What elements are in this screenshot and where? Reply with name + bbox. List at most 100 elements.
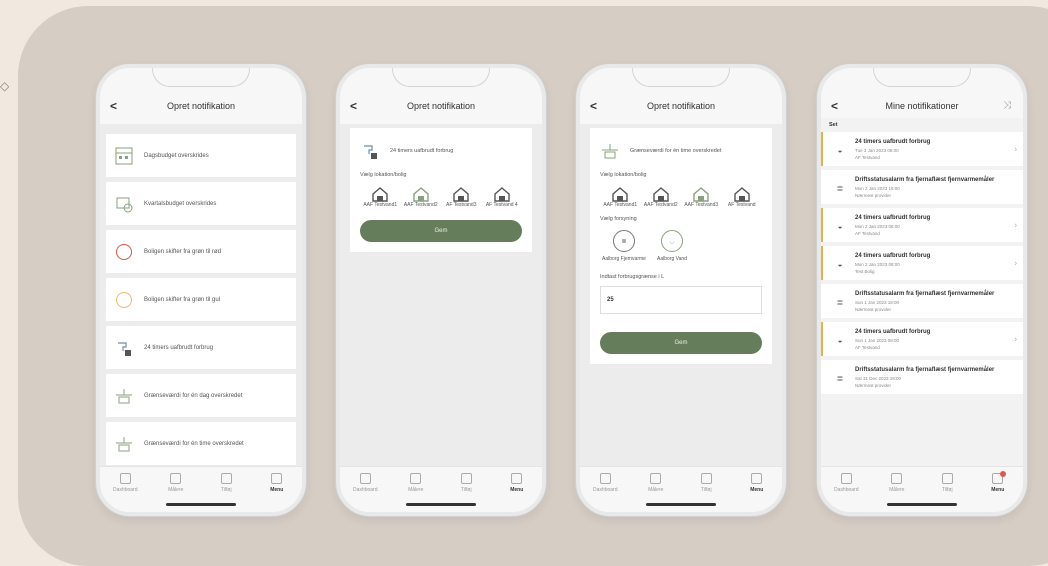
home-indicator [646,503,716,506]
meter-threshold-icon [114,434,134,454]
plus-icon [941,473,953,484]
notification-item[interactable]: ≣ Driftsstatusalarm fra fjernaflæst fjer… [821,170,1023,204]
phone-notch [392,68,490,87]
meter-icon [170,473,182,484]
location-option-selected[interactable]: AAF Testvand3 [681,186,722,208]
list-item-day-budget[interactable]: Dagsbudget overskrides [106,134,296,177]
list-item-24h-consumption[interactable]: 24 timers uafbrudt forbrug [106,326,296,369]
tab-dashboard[interactable]: Dashboard [105,473,145,512]
list-item-label: Kvartalsbudget overskrides [144,200,217,207]
notification-item[interactable]: ◒ 24 timers uafbrudt forbrug Mon 2 Jan 2… [821,208,1023,242]
location-option[interactable]: AF Testvand [722,186,763,208]
tab-label: Dashboard [593,487,618,493]
phone-my-notifications: < Mine notifikationer ⤨ Set ◒ 24 timers … [817,64,1027,516]
meter-icon [891,473,903,484]
tab-label: Menu [510,487,524,493]
card-title: 24 timers uafbrudt forbrug [390,148,454,154]
notification-feed: Set ◒ 24 timers uafbrudt forbrug Tue 3 J… [821,118,1023,466]
tab-maalere[interactable]: Målere [636,473,676,512]
phone-create-notification-list: < Opret notifikation Dagsbudget overskri… [96,64,306,516]
notification-type-list: Dagsbudget overskrides Kvartalsbudget ov… [100,124,302,466]
tab-menu[interactable]: Menu [497,473,537,512]
location-option[interactable]: AF Testvand 4 [482,186,523,208]
supply-label: Aalborg Fjernvarme [602,256,646,262]
notification-date: Mon 2 Jan 2023 18:00 [855,186,900,191]
tab-label: Målere [648,487,664,493]
list-item-day-threshold[interactable]: Grænseværdi for én dag overskredet [106,374,296,417]
tab-label: Menu [991,487,1005,493]
tab-maalere[interactable]: Målere [877,473,917,512]
shuffle-icon[interactable]: ⤨ [1003,92,1011,120]
tab-dashboard[interactable]: Dashboard [826,473,866,512]
tab-label: Menu [750,487,764,493]
tab-tilfoej[interactable]: Tilføj [927,473,967,512]
notification-date: Sun 1 Jan 2023 08:00 [855,338,900,343]
notification-item[interactable]: ◒ 24 timers uafbrudt forbrug Sun 1 Jan 2… [821,322,1023,356]
home-indicator [406,503,476,506]
tab-maalere[interactable]: Målere [396,473,436,512]
tab-dashboard[interactable]: Dashboard [345,473,385,512]
location-label: AAF Testvand3 [684,202,719,208]
home-indicator [166,503,236,506]
tab-dashboard[interactable]: Dashboard [585,473,625,512]
list-item-label: Boligen skifter fra grøn til gul [144,296,221,303]
drop-icon: ◒ [837,260,843,269]
tab-maalere[interactable]: Målere [156,473,196,512]
location-label: AF Testvand 4 [485,202,518,208]
notification-meta: Nærmest provider [855,307,892,312]
notification-item[interactable]: ≣ Driftsstatusalarm fra fjernaflæst fjer… [821,360,1023,394]
tab-label: Tilføj [460,487,472,493]
tab-menu[interactable]: Menu [737,473,777,512]
home-icon [599,473,611,484]
location-option[interactable]: AAF Testvand2 [641,186,682,208]
supply-option-water[interactable]: ◡ Aalborg Vand [648,230,696,262]
tab-label: Tilføj [941,487,953,493]
chevron-right-icon: › [1014,258,1017,268]
house-icon [453,187,469,202]
chevron-right-icon: › [1014,220,1017,230]
location-option[interactable]: AF Testvand3 [441,186,482,208]
chevron-right-icon: › [1014,144,1017,154]
list-item-hour-threshold[interactable]: Grænseværdi for én time overskredet [106,422,296,465]
threshold-input[interactable]: 25 [600,286,762,314]
notification-item[interactable]: ◒ 24 timers uafbrudt forbrug Tue 3 Jan 2… [821,132,1023,166]
notification-date: Mon 2 Jan 2023 08:00 [855,262,900,267]
notification-title: 24 timers uafbrudt forbrug [855,215,931,221]
notification-item[interactable]: ≣ Driftsstatusalarm fra fjernaflæst fjer… [821,284,1023,318]
phone-notch [152,68,250,87]
tab-label: Menu [270,487,284,493]
tab-tilfoej[interactable]: Tilføj [206,473,246,512]
list-item-green-to-yellow[interactable]: Boligen skifter fra grøn til gul [106,278,296,321]
location-label: AF Testvand3 [446,202,477,208]
list-item-quarter-budget[interactable]: Kvartalsbudget overskrides [106,182,296,225]
list-item-green-to-red[interactable]: Boligen skifter fra grøn til rød [106,230,296,273]
save-button[interactable]: Gem [600,332,762,354]
location-option-selected[interactable]: AAF Testvand2 [401,186,442,208]
house-icon [653,187,669,202]
notification-meta: AF Testvand [855,231,880,236]
notification-title: Driftsstatusalarm fra fjernaflæst fjernv… [855,367,995,373]
meter-icon [410,473,422,484]
tab-menu[interactable]: Menu [257,473,297,512]
water-tap-icon [360,141,380,161]
location-label: Vælg lokation/bolig [600,172,647,178]
menu-icon [992,471,1007,484]
drop-icon: ◒ [837,222,843,231]
notification-meta: AF Testvand [855,155,880,160]
meter-threshold-icon [600,141,620,161]
tab-tilfoej[interactable]: Tilføj [686,473,726,512]
location-option[interactable]: AAF Testvand1 [600,186,641,208]
tab-menu[interactable]: Menu [978,471,1018,512]
supply-option-heating[interactable]: ≣ Aalborg Fjernvarme [600,230,648,262]
form-area: Grænseværdi for én time overskredet Vælg… [580,124,782,466]
chevron-right-icon: › [1014,334,1017,344]
location-option[interactable]: AAF Testvand1 [360,186,401,208]
notification-meta: AF Testvand [855,345,880,350]
notification-date: Mon 2 Jan 2023 08:00 [855,224,900,229]
section-label: Set [829,122,838,128]
notification-item[interactable]: ◒ 24 timers uafbrudt forbrug Mon 2 Jan 2… [821,246,1023,280]
tab-label: Dashboard [113,487,138,493]
save-button[interactable]: Gem [360,220,522,242]
page-title: Opret notifikation [406,101,476,111]
tab-tilfoej[interactable]: Tilføj [446,473,486,512]
